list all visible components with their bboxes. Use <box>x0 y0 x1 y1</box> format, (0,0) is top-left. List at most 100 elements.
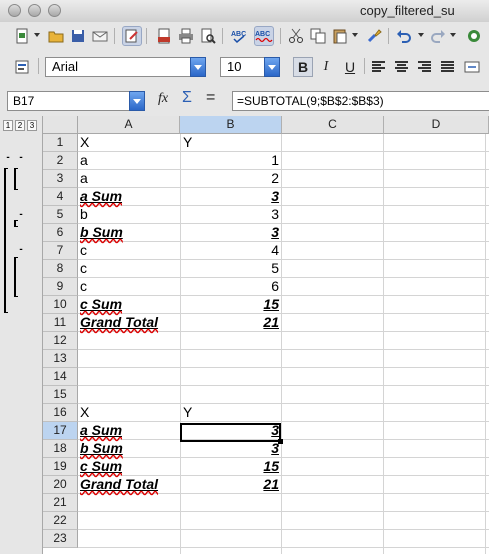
cell-b11[interactable]: 21 <box>181 314 281 331</box>
cell-b8[interactable]: 5 <box>181 260 281 277</box>
row-header-16[interactable]: 16 <box>43 404 78 422</box>
outline-collapse-level1-icon[interactable]: - <box>4 153 12 163</box>
cell-a21[interactable] <box>80 494 178 511</box>
cell-b1[interactable]: Y <box>181 134 283 151</box>
copy-icon[interactable] <box>308 26 328 46</box>
cell-b9[interactable]: 6 <box>181 278 281 295</box>
sum-icon[interactable]: Σ <box>182 89 192 107</box>
redo-dropdown-arrow-icon[interactable] <box>450 33 456 37</box>
cell-a19[interactable]: c Sum <box>80 458 178 475</box>
minimize-window-button[interactable] <box>28 4 41 17</box>
cell-a6[interactable]: b Sum <box>80 224 178 241</box>
cell-a10[interactable]: c Sum <box>80 296 178 313</box>
paste-dropdown-arrow-icon[interactable] <box>352 33 358 37</box>
edit-mode-icon[interactable] <box>122 26 142 46</box>
cell-b16[interactable]: Y <box>181 404 283 421</box>
open-folder-icon[interactable] <box>46 26 66 46</box>
column-header-a[interactable]: A <box>78 116 180 134</box>
email-icon[interactable] <box>90 26 110 46</box>
row-header-5[interactable]: 5 <box>43 206 78 224</box>
outline-level-2-button[interactable]: 2 <box>15 120 25 131</box>
font-size-dropdown-icon[interactable] <box>264 57 280 77</box>
export-pdf-icon[interactable] <box>154 26 174 46</box>
cell-a9[interactable]: c <box>80 278 178 295</box>
row-header-21[interactable]: 21 <box>43 494 78 512</box>
cell-a16[interactable]: X <box>80 404 178 421</box>
cell-a12[interactable] <box>80 332 178 349</box>
underline-button[interactable]: U <box>340 57 360 77</box>
cell-b15[interactable] <box>181 386 283 403</box>
cell-b14[interactable] <box>181 368 283 385</box>
font-size-combobox[interactable]: 10 <box>220 57 280 77</box>
row-header-7[interactable]: 7 <box>43 242 78 260</box>
paste-icon[interactable] <box>330 26 350 46</box>
row-header-22[interactable]: 22 <box>43 512 78 530</box>
cell-a8[interactable]: c <box>80 260 178 277</box>
align-center-icon[interactable] <box>395 61 408 73</box>
cell-b19[interactable]: 15 <box>181 458 281 475</box>
outline-collapse-group-c-icon[interactable]: - <box>17 245 25 255</box>
italic-button[interactable]: I <box>316 57 336 77</box>
cell-a2[interactable]: a <box>80 152 178 169</box>
name-box-dropdown-icon[interactable] <box>129 91 145 111</box>
close-window-button[interactable] <box>8 4 21 17</box>
column-header-b[interactable]: B <box>180 116 282 134</box>
row-header-4[interactable]: 4 <box>43 188 78 206</box>
row-header-6[interactable]: 6 <box>43 224 78 242</box>
row-header-11[interactable]: 11 <box>43 314 78 332</box>
column-header-d[interactable]: D <box>384 116 489 134</box>
row-header-8[interactable]: 8 <box>43 260 78 278</box>
row-header-19[interactable]: 19 <box>43 458 78 476</box>
align-right-icon[interactable] <box>418 61 431 73</box>
cell-b4[interactable]: 3 <box>181 188 281 205</box>
undo-icon[interactable] <box>394 26 414 46</box>
function-wizard-icon[interactable]: fx <box>158 91 168 107</box>
undo-dropdown-arrow-icon[interactable] <box>418 33 424 37</box>
cell-a18[interactable]: b Sum <box>80 440 178 457</box>
row-header-23[interactable]: 23 <box>43 530 78 548</box>
row-header-20[interactable]: 20 <box>43 476 78 494</box>
navigator-icon[interactable] <box>464 26 484 46</box>
name-box[interactable]: B17 <box>7 91 145 111</box>
row-header-15[interactable]: 15 <box>43 386 78 404</box>
cell-a5[interactable]: b <box>80 206 178 223</box>
cell-a15[interactable] <box>80 386 178 403</box>
autospellcheck-icon[interactable]: ABC <box>254 26 274 46</box>
styles-formatting-icon[interactable] <box>12 57 32 77</box>
row-header-10[interactable]: 10 <box>43 296 78 314</box>
save-icon[interactable] <box>68 26 88 46</box>
cell-b20[interactable]: 21 <box>181 476 281 493</box>
row-header-14[interactable]: 14 <box>43 368 78 386</box>
justify-icon[interactable] <box>441 61 454 73</box>
select-all-corner[interactable] <box>43 116 78 134</box>
print-icon[interactable] <box>176 26 196 46</box>
cell-b10[interactable]: 15 <box>181 296 281 313</box>
cell-a23[interactable] <box>80 530 178 547</box>
cell-b13[interactable] <box>181 350 283 367</box>
zoom-window-button[interactable] <box>48 4 61 17</box>
cell-b2[interactable]: 1 <box>181 152 281 169</box>
row-header-3[interactable]: 3 <box>43 170 78 188</box>
row-header-13[interactable]: 13 <box>43 350 78 368</box>
cell-b12[interactable] <box>181 332 283 349</box>
print-preview-icon[interactable] <box>198 26 218 46</box>
cell-a22[interactable] <box>80 512 178 529</box>
new-document-icon[interactable] <box>12 26 32 46</box>
cell-a11[interactable]: Grand Total <box>80 314 178 331</box>
align-left-icon[interactable] <box>372 61 385 73</box>
redo-icon[interactable] <box>428 26 448 46</box>
cell-b3[interactable]: 2 <box>181 170 281 187</box>
fill-handle[interactable] <box>278 439 283 444</box>
cell-b5[interactable]: 3 <box>181 206 281 223</box>
outline-level-3-button[interactable]: 3 <box>27 120 37 131</box>
font-name-combobox[interactable]: Arial <box>45 57 206 77</box>
cell-b7[interactable]: 4 <box>181 242 281 259</box>
outline-level-1-button[interactable]: 1 <box>3 120 13 131</box>
row-header-12[interactable]: 12 <box>43 332 78 350</box>
cell-b18[interactable]: 3 <box>181 440 281 457</box>
cell-a14[interactable] <box>80 368 178 385</box>
cell-a7[interactable]: c <box>80 242 178 259</box>
cell-b17[interactable]: 3 <box>181 422 281 439</box>
new-dropdown-arrow-icon[interactable] <box>34 33 40 37</box>
row-header-2[interactable]: 2 <box>43 152 78 170</box>
